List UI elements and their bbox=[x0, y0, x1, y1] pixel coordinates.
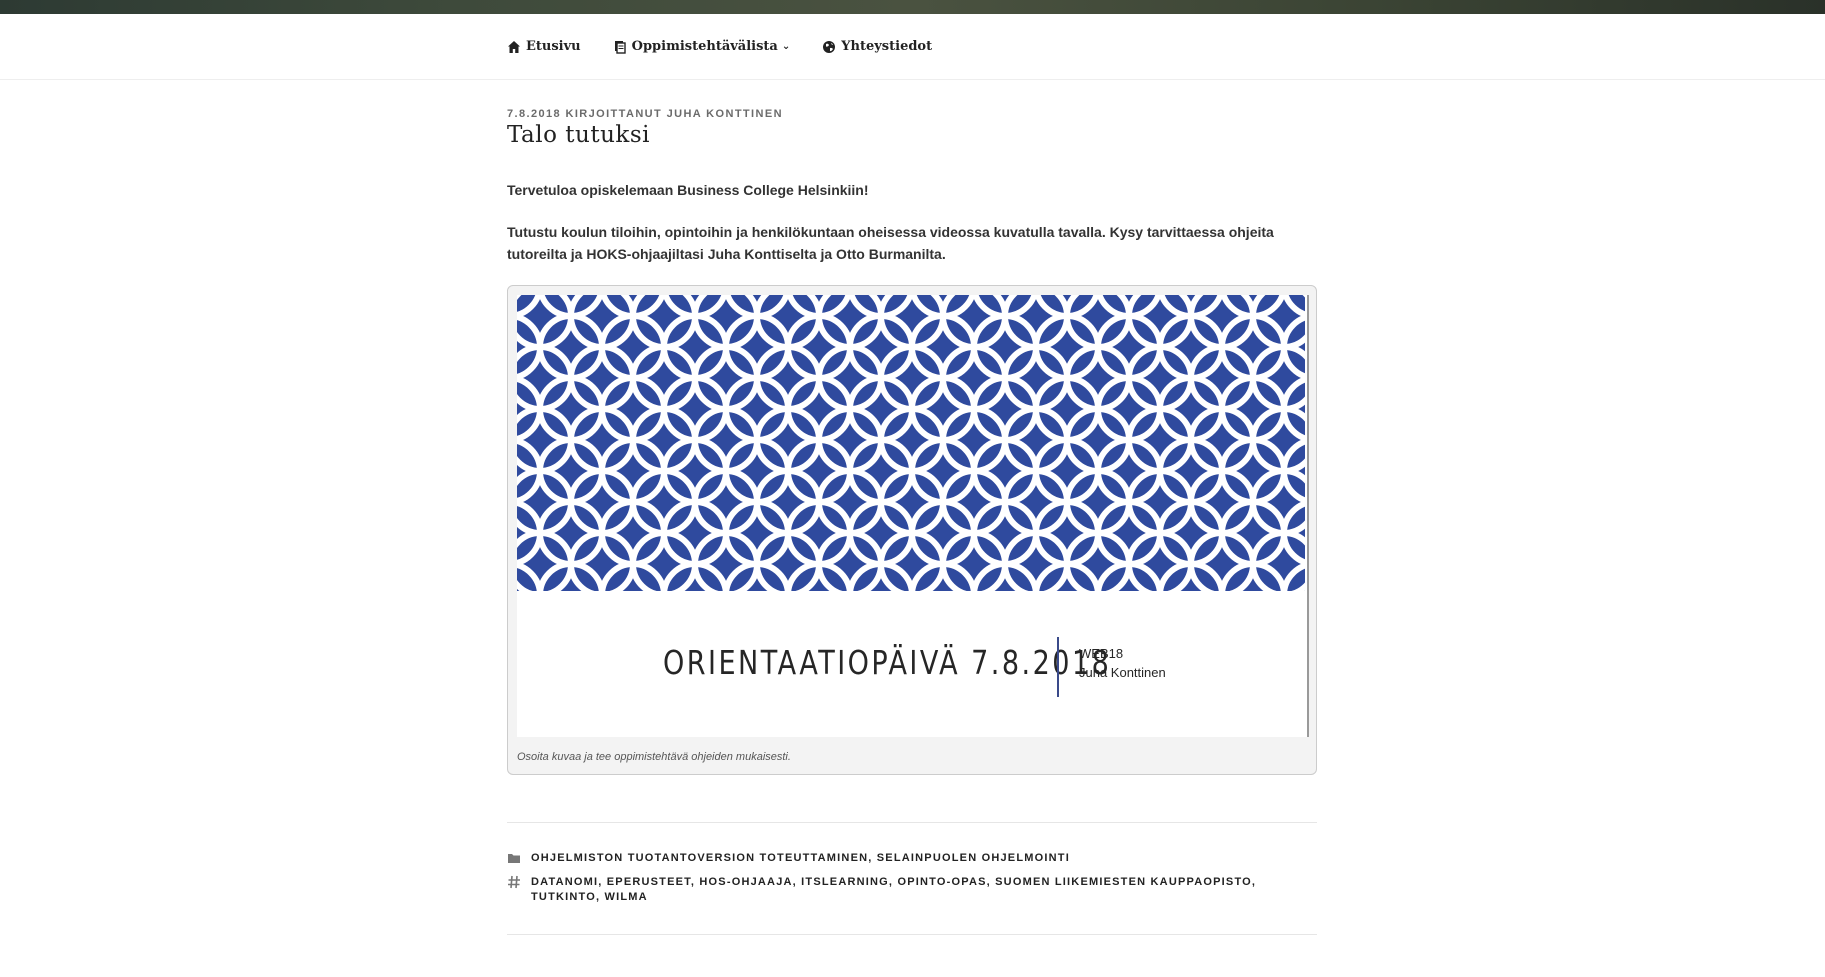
post-tags: DATANOMI, EPERUSTEET, HOS-OHJAAJA, ITSLE… bbox=[507, 875, 1317, 905]
nav-item-etusivu[interactable]: Etusivu bbox=[507, 39, 581, 54]
slide-image[interactable]: ORIENTAATIOPÄIVÄ 7.8.2018 WEB18 Juha Kon… bbox=[517, 295, 1309, 737]
globe-icon bbox=[823, 40, 836, 53]
slide-subtitle-author: Juha Konttinen bbox=[1079, 665, 1166, 680]
category-links[interactable]: OHJELMISTON TUOTANTOVERSION TOTEUTTAMINE… bbox=[531, 851, 1070, 866]
circle-pattern-graphic bbox=[517, 295, 1305, 591]
nav-item-label: Yhteystiedot bbox=[841, 39, 933, 54]
nav-item-label: Etusivu bbox=[526, 39, 581, 54]
slide-subtitle-group: WEB18 bbox=[1079, 646, 1124, 661]
divider bbox=[507, 934, 1317, 935]
document-icon bbox=[614, 40, 626, 54]
nav-item-oppimistehtavalista[interactable]: Oppimistehtävälista ⌄ bbox=[613, 39, 790, 54]
slide-title: ORIENTAATIOPÄIVÄ 7.8.2018 bbox=[663, 643, 1112, 682]
hashtag-icon bbox=[508, 875, 520, 889]
post-categories: OHJELMISTON TUOTANTOVERSION TOTEUTTAMINE… bbox=[507, 851, 1317, 866]
nav-menu: Etusivu Oppimistehtävälista ⌄ Yhteystied… bbox=[507, 14, 964, 79]
figure-caption: Osoita kuvaa ja tee oppimistehtävä ohjei… bbox=[517, 751, 791, 763]
post-meta: 7.8.2018 KIRJOITTANUT JUHA KONTTINEN bbox=[507, 108, 783, 120]
post-body-paragraph: Tutustu koulun tiloihin, opintoihin ja h… bbox=[507, 224, 1274, 262]
header-banner-image bbox=[0, 0, 1825, 14]
nav-item-yhteystiedot[interactable]: Yhteystiedot bbox=[822, 39, 932, 54]
slide-divider bbox=[1057, 637, 1059, 697]
tag-links[interactable]: DATANOMI, EPERUSTEET, HOS-OHJAAJA, ITSLE… bbox=[531, 875, 1317, 905]
folder-icon bbox=[508, 854, 520, 863]
post-figure: ORIENTAATIOPÄIVÄ 7.8.2018 WEB18 Juha Kon… bbox=[507, 285, 1317, 775]
home-icon bbox=[508, 40, 520, 53]
post-intro-paragraph: Tervetuloa opiskelemaan Business College… bbox=[507, 182, 869, 198]
nav-item-label: Oppimistehtävälista bbox=[631, 39, 778, 54]
main-navigation: Etusivu Oppimistehtävälista ⌄ Yhteystied… bbox=[0, 14, 1825, 80]
chevron-down-icon[interactable]: ⌄ bbox=[782, 41, 790, 52]
post-title[interactable]: Talo tutuksi bbox=[507, 122, 650, 148]
divider bbox=[507, 822, 1317, 823]
